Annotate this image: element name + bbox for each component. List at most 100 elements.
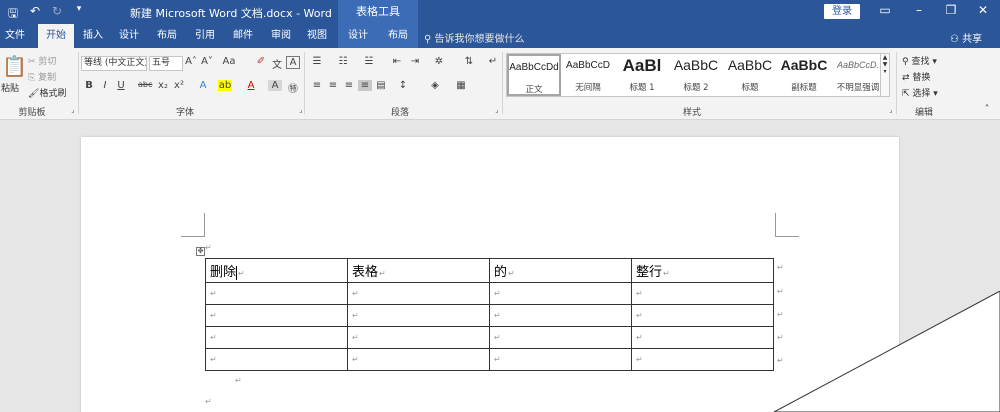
table-cell[interactable]: 整行↵: [631, 258, 774, 283]
share-button[interactable]: ⚇ 共享: [950, 30, 982, 45]
table-cell[interactable]: ↵: [631, 282, 774, 305]
show-hide-marks-icon[interactable]: ↵: [486, 56, 500, 67]
enclose-characters-icon[interactable]: ㊕: [286, 80, 300, 95]
style-subtitle[interactable]: AaBbC 副标题: [777, 54, 831, 96]
minimize-icon[interactable]: –: [904, 3, 934, 17]
italic-icon[interactable]: I: [98, 80, 112, 91]
redo-icon[interactable]: ↻: [50, 4, 64, 25]
tab-file[interactable]: 文件: [0, 24, 30, 48]
highlight-icon[interactable]: ab: [218, 80, 232, 91]
chinese-layout-icon[interactable]: ✲: [432, 56, 446, 67]
table-cell[interactable]: 的↵: [489, 258, 632, 283]
table-cell[interactable]: ↵: [347, 304, 490, 327]
ribbon-display-options-icon[interactable]: ▭: [870, 3, 900, 17]
table-cell[interactable]: ↵: [347, 326, 490, 349]
align-right-icon[interactable]: ≡: [342, 80, 356, 91]
copy-button[interactable]: ⎘ 复制: [28, 70, 56, 83]
font-color-icon[interactable]: A: [244, 80, 258, 91]
paste-button[interactable]: 粘贴: [1, 81, 19, 94]
collapse-ribbon-icon[interactable]: ˄: [980, 104, 994, 115]
select-button[interactable]: ⇱ 选择 ▾: [902, 86, 938, 99]
font-name-combo[interactable]: 等线 (中文正文): [81, 56, 147, 71]
tab-table-design[interactable]: 设计: [338, 24, 378, 48]
clear-formatting-icon[interactable]: ✐: [254, 56, 268, 67]
font-launcher-icon[interactable]: ⌟: [294, 106, 308, 114]
save-icon[interactable]: 🖫: [6, 4, 20, 25]
character-shading-icon[interactable]: A: [268, 80, 282, 91]
underline-icon[interactable]: U: [114, 80, 128, 91]
tab-table-layout[interactable]: 布局: [378, 24, 418, 48]
tab-references[interactable]: 引用: [190, 24, 220, 48]
table-cell[interactable]: ↵: [489, 282, 632, 305]
table-cell[interactable]: ↵: [347, 282, 490, 305]
bullets-icon[interactable]: ☰: [310, 56, 324, 67]
font-size-combo[interactable]: 五号: [149, 56, 183, 71]
grow-font-icon[interactable]: A˄: [184, 56, 198, 67]
text-effects-icon[interactable]: A: [196, 80, 210, 91]
borders-icon[interactable]: ▦: [454, 80, 468, 91]
bold-icon[interactable]: B: [82, 80, 96, 91]
login-button[interactable]: 登录: [824, 4, 860, 19]
table-cell[interactable]: ↵: [489, 348, 632, 371]
restore-icon[interactable]: ❐: [936, 3, 966, 17]
change-case-icon[interactable]: Aa: [222, 56, 236, 67]
table-cell[interactable]: ↵: [205, 304, 348, 327]
tab-mailings[interactable]: 邮件: [228, 24, 258, 48]
align-center-icon[interactable]: ≡: [326, 80, 340, 91]
align-left-icon[interactable]: ≡: [310, 80, 324, 91]
styles-gallery-scroll[interactable]: ▲ ▼ ▾: [880, 53, 890, 97]
undo-icon[interactable]: ↶: [28, 4, 42, 25]
replace-button[interactable]: ⇄ 替换: [902, 70, 930, 83]
style-title[interactable]: AaBbC 标题: [723, 54, 777, 96]
customize-qat-icon[interactable]: ▾: [72, 4, 86, 25]
table-cell[interactable]: ↵: [205, 326, 348, 349]
tab-layout[interactable]: 布局: [152, 24, 182, 48]
justify-icon[interactable]: ≡: [358, 80, 372, 91]
clipboard-paste-icon[interactable]: 📋: [2, 54, 27, 78]
sort-icon[interactable]: ⇅: [462, 56, 476, 67]
line-spacing-icon[interactable]: ↕: [396, 80, 410, 91]
superscript-icon[interactable]: x²: [172, 80, 186, 91]
table-cell[interactable]: ↵: [205, 282, 348, 305]
table-cell[interactable]: ↵: [489, 304, 632, 327]
tell-me-box[interactable]: ⚲ 告诉我你想要做什么: [424, 30, 525, 45]
distributed-icon[interactable]: ▤: [374, 80, 388, 91]
style-name: 不明显强调: [836, 83, 880, 93]
format-painter-button[interactable]: 🖌格式刷: [28, 86, 66, 99]
table-cell[interactable]: 表格↵: [347, 258, 490, 283]
table-cell[interactable]: ↵: [631, 348, 774, 371]
table-cell[interactable]: ↵: [631, 326, 774, 349]
tab-insert[interactable]: 插入: [78, 24, 108, 48]
tab-review[interactable]: 审阅: [266, 24, 296, 48]
table-cell[interactable]: ↵: [347, 348, 490, 371]
multilevel-list-icon[interactable]: ☱: [362, 56, 376, 67]
phonetic-guide-icon[interactable]: 文: [270, 56, 284, 71]
numbering-icon[interactable]: ☷: [336, 56, 350, 67]
decrease-indent-icon[interactable]: ⇤: [390, 56, 404, 67]
shading-icon[interactable]: ◈: [428, 80, 442, 91]
tab-design[interactable]: 设计: [114, 24, 144, 48]
close-icon[interactable]: ✕: [968, 3, 998, 17]
shrink-font-icon[interactable]: A˅: [200, 56, 214, 67]
style-no-spacing[interactable]: AaBbCcD 无间隔: [561, 54, 615, 96]
subscript-icon[interactable]: x₂: [156, 80, 170, 91]
style-heading-2[interactable]: AaBbC 标题 2: [669, 54, 723, 96]
style-sample: AaBbCcD.: [836, 60, 880, 70]
document-canvas[interactable]: ✥ ↵ 删除 ↵ 表格↵ 的↵ 整行↵ ↵ ↵ ↵ ↵ ↵ ↵ ↵ ↵ ↵ ↵ …: [0, 121, 1000, 412]
tab-view[interactable]: 视图: [302, 24, 332, 48]
increase-indent-icon[interactable]: ⇥: [408, 56, 422, 67]
cut-button[interactable]: ✂ 剪切: [28, 54, 56, 67]
find-button[interactable]: ⚲ 查找 ▾: [902, 54, 937, 67]
document-table[interactable]: 删除↵ 表格↵ 的↵ 整行↵ ↵ ↵ ↵ ↵ ↵ ↵ ↵ ↵ ↵ ↵ ↵ ↵: [205, 258, 774, 371]
table-cell[interactable]: ↵: [489, 326, 632, 349]
tab-home[interactable]: 开始: [38, 24, 74, 48]
table-cell[interactable]: ↵: [205, 348, 348, 371]
character-border-icon[interactable]: A: [286, 56, 300, 69]
strikethrough-icon[interactable]: abc: [138, 80, 152, 89]
table-cell[interactable]: 删除 ↵: [205, 258, 348, 283]
table-move-handle-icon[interactable]: ✥: [196, 247, 205, 256]
style-normal[interactable]: AaBbCcDd 正文: [507, 54, 561, 96]
style-subtle-emphasis[interactable]: AaBbCcD. 不明显强调: [831, 54, 885, 96]
table-cell[interactable]: ↵: [631, 304, 774, 327]
style-heading-1[interactable]: AaBl 标题 1: [615, 54, 669, 96]
